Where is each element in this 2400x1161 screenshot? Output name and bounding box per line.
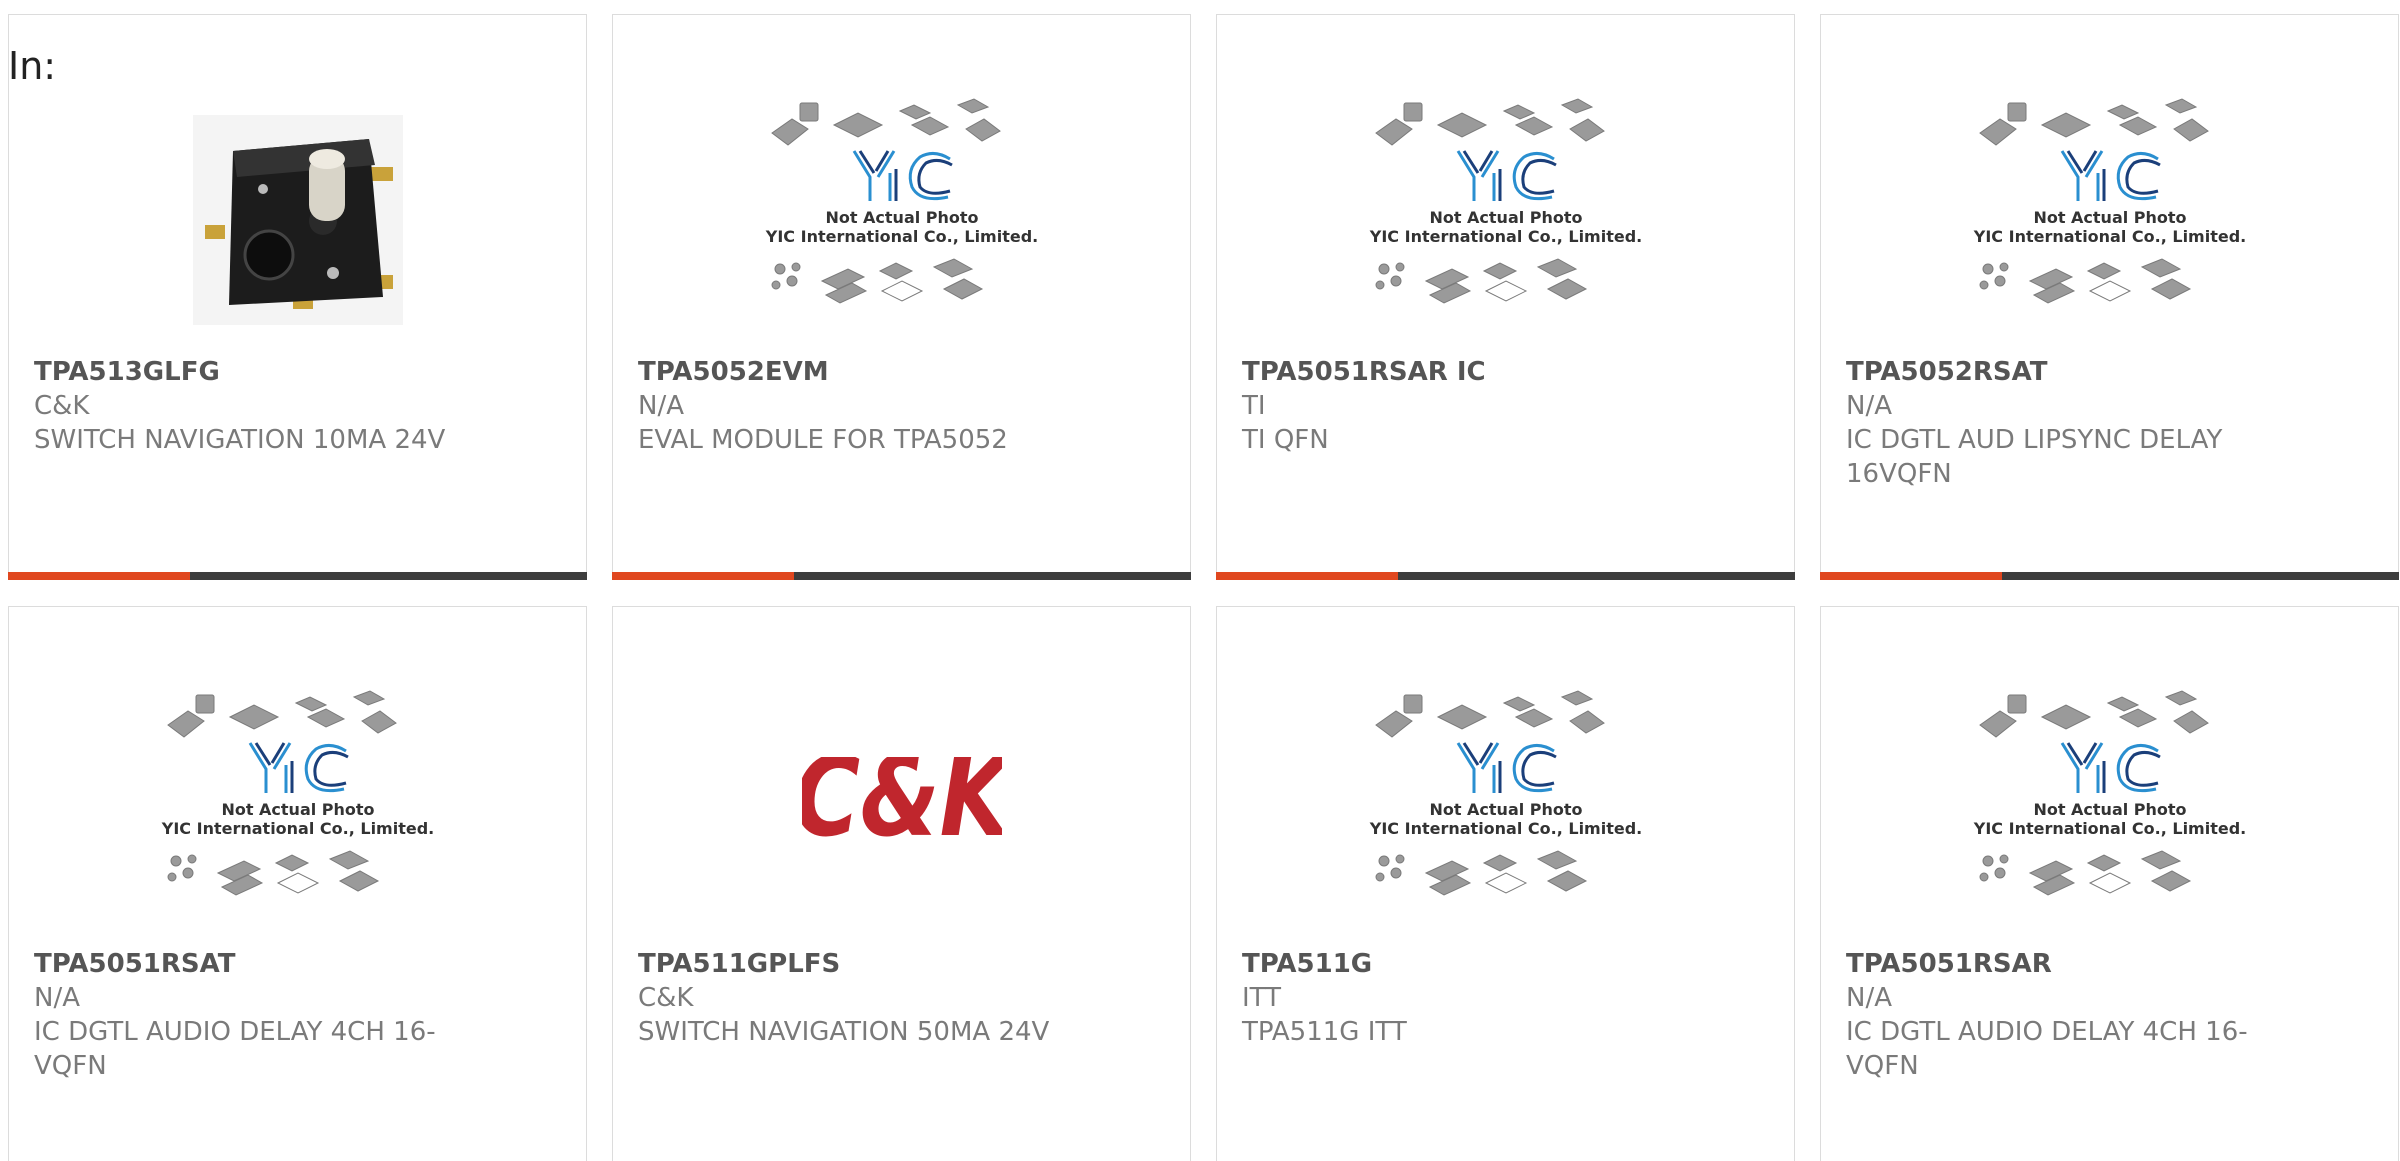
- product-image-placeholder[interactable]: Not Actual Photo YIC International Co., …: [9, 667, 586, 957]
- product-image-placeholder[interactable]: Not Actual Photo YIC International Co., …: [1821, 667, 2398, 957]
- description-text: EVAL MODULE FOR TPA5052: [638, 425, 1008, 455]
- in-label: In:: [8, 44, 57, 88]
- product-image-placeholder[interactable]: Not Actual Photo YIC International Co., …: [1821, 75, 2398, 365]
- product-info: TPA5051RSAT N/A IC DGTL AUDIO DELAY 4CH 16…: [34, 947, 464, 1083]
- product-image-placeholder[interactable]: Not Actual Photo YIC International Co., …: [613, 75, 1190, 365]
- card-bottom-bar: [1820, 572, 2399, 580]
- product-image-switch[interactable]: [9, 75, 586, 365]
- product-card[interactable]: Not Actual Photo YIC International Co., …: [1216, 14, 1795, 580]
- manufacturer-text: ITT: [1242, 983, 1281, 1013]
- yic-placeholder-image: Not Actual Photo YIC International Co., …: [1368, 98, 1642, 304]
- yic-company-text: YIC International Co., Limited.: [1368, 227, 1641, 246]
- yic-company-text: YIC International Co., Limited.: [160, 819, 433, 838]
- description-text: SWITCH NAVIGATION 50MA 24V: [638, 1017, 1050, 1047]
- not-actual-photo-text: Not Actual Photo: [2033, 800, 2186, 819]
- card-accent-bar: [1820, 572, 2002, 580]
- product-card[interactable]: Not Actual Photo YIC International Co., …: [612, 14, 1191, 580]
- product-card[interactable]: Not Actual Photo YIC International Co., …: [1820, 14, 2399, 580]
- product-info: TPA511G ITT TPA511G ITT: [1242, 947, 1672, 1049]
- product-card[interactable]: Not Actual Photo YIC International Co., …: [8, 606, 587, 1161]
- product-grid: TPA513GLFG C&K SWITCH NAVIGATION 10MA 24V …: [8, 14, 2400, 1161]
- not-actual-photo-text: Not Actual Photo: [221, 800, 374, 819]
- description-text: IC DGTL AUDIO DELAY 4CH 16-VQFN: [1846, 1017, 2248, 1081]
- manufacturer-text: C&K: [34, 391, 90, 421]
- product-image-placeholder[interactable]: Not Actual Photo YIC International Co., …: [1217, 667, 1794, 957]
- product-image-placeholder[interactable]: Not Actual Photo YIC International Co., …: [1217, 75, 1794, 365]
- product-info: TPA5052RSAT N/A IC DGTL AUD LIPSYNC DELAY …: [1846, 355, 2276, 491]
- part-number-link[interactable]: TPA5052EVM: [638, 355, 1068, 389]
- ck-logo-icon: C&K: [802, 757, 1002, 861]
- product-info: TPA5051RSAR N/A IC DGTL AUDIO DELAY 4CH 16…: [1846, 947, 2276, 1083]
- yic-placeholder-image: Not Actual Photo YIC International Co., …: [764, 98, 1038, 304]
- switch-photo-icon: [192, 115, 403, 325]
- description-text: TI QFN: [1242, 425, 1329, 455]
- description-text: SWITCH NAVIGATION 10MA 24V: [34, 425, 446, 455]
- part-number-link[interactable]: TPA513GLFG: [34, 355, 464, 389]
- product-listing-page: In: TPA513GLFG C&K SWITCH NAVIGATION 10MA …: [0, 0, 2400, 1161]
- not-actual-photo-text: Not Actual Photo: [1429, 208, 1582, 227]
- yic-company-text: YIC International Co., Limited.: [1368, 819, 1641, 838]
- product-info: TPA5052EVM N/A EVAL MODULE FOR TPA5052: [638, 355, 1068, 457]
- not-actual-photo-text: Not Actual Photo: [825, 208, 978, 227]
- yic-placeholder-image: Not Actual Photo YIC International Co., …: [1368, 690, 1642, 896]
- card-accent-bar: [8, 572, 190, 580]
- description-text: IC DGTL AUD LIPSYNC DELAY 16VQFN: [1846, 425, 2223, 489]
- description-text: TPA511G ITT: [1242, 1017, 1407, 1047]
- product-info: TPA511GPLFS C&K SWITCH NAVIGATION 50MA 24V: [638, 947, 1068, 1049]
- manufacturer-text: N/A: [638, 391, 684, 421]
- card-bottom-bar: [8, 572, 587, 580]
- yic-company-text: YIC International Co., Limited.: [1972, 819, 2245, 838]
- part-number-link[interactable]: TPA511GPLFS: [638, 947, 1068, 981]
- card-bottom-bar: [612, 572, 1191, 580]
- ck-logo-text: C&K: [802, 757, 1002, 861]
- manufacturer-text: C&K: [638, 983, 694, 1013]
- product-card[interactable]: Not Actual Photo YIC International Co., …: [1820, 606, 2399, 1161]
- yic-company-text: YIC International Co., Limited.: [1972, 227, 2245, 246]
- card-bottom-bar: [1216, 572, 1795, 580]
- product-card[interactable]: TPA513GLFG C&K SWITCH NAVIGATION 10MA 24V: [8, 14, 587, 580]
- product-card[interactable]: Not Actual Photo YIC International Co., …: [1216, 606, 1795, 1161]
- product-info: TPA513GLFG C&K SWITCH NAVIGATION 10MA 24V: [34, 355, 464, 457]
- manufacturer-text: N/A: [1846, 391, 1892, 421]
- yic-placeholder-image: Not Actual Photo YIC International Co., …: [1972, 98, 2246, 304]
- part-number-link[interactable]: TPA5051RSAR: [1846, 947, 2276, 981]
- part-number-link[interactable]: TPA511G: [1242, 947, 1672, 981]
- product-info: TPA5051RSAR IC TI TI QFN: [1242, 355, 1672, 457]
- yic-placeholder-image: Not Actual Photo YIC International Co., …: [160, 690, 434, 896]
- manufacturer-text: TI: [1242, 391, 1266, 421]
- card-accent-bar: [1216, 572, 1398, 580]
- part-number-link[interactable]: TPA5051RSAR IC: [1242, 355, 1672, 389]
- product-image-ck-logo[interactable]: C&K: [613, 667, 1190, 957]
- manufacturer-text: N/A: [34, 983, 80, 1013]
- not-actual-photo-text: Not Actual Photo: [2033, 208, 2186, 227]
- card-accent-bar: [612, 572, 794, 580]
- manufacturer-text: N/A: [1846, 983, 1892, 1013]
- not-actual-photo-text: Not Actual Photo: [1429, 800, 1582, 819]
- part-number-link[interactable]: TPA5052RSAT: [1846, 355, 2276, 389]
- yic-company-text: YIC International Co., Limited.: [764, 227, 1037, 246]
- yic-placeholder-image: Not Actual Photo YIC International Co., …: [1972, 690, 2246, 896]
- description-text: IC DGTL AUDIO DELAY 4CH 16-VQFN: [34, 1017, 436, 1081]
- product-card[interactable]: C&K TPA511GPLFS C&K SWITCH NAVIGATION 50MA …: [612, 606, 1191, 1161]
- part-number-link[interactable]: TPA5051RSAT: [34, 947, 464, 981]
